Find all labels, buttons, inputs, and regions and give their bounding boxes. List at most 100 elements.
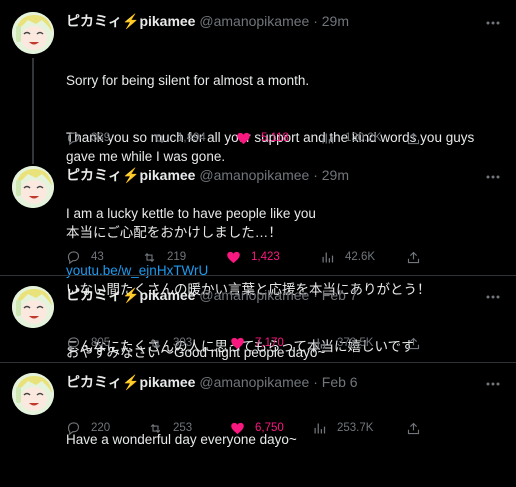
view-count: 130.2K xyxy=(345,132,382,144)
views-icon xyxy=(314,423,326,433)
heart-icon xyxy=(231,337,244,349)
reply-icon xyxy=(67,421,80,435)
lightning-icon: ⚡ xyxy=(122,374,140,390)
action-bar: 805 303 7,170 372.5K xyxy=(66,334,506,352)
heart-icon xyxy=(227,251,240,263)
retweet-count: 253 xyxy=(173,422,193,434)
tweet[interactable]: ピカミィ⚡pikamee @amanopikamee · 29m 本当にご心配を… xyxy=(0,160,516,354)
share-icon xyxy=(407,337,420,349)
share-icon xyxy=(407,422,420,434)
user-handle[interactable]: @amanopikamee xyxy=(199,167,309,183)
more-icon[interactable] xyxy=(484,375,502,393)
tweet-header: ピカミィ⚡pikamee @amanopikamee · Feb 6 xyxy=(66,373,480,391)
separator-dot: · xyxy=(313,374,318,390)
timestamp[interactable]: 29m xyxy=(322,13,349,29)
display-name[interactable]: ピカミィ xyxy=(66,13,122,29)
share-button[interactable] xyxy=(406,334,431,352)
reply-icon xyxy=(67,131,80,145)
tweet[interactable]: ピカミィ⚡pikamee @amanopikamee · Feb 7 おやすみな… xyxy=(0,276,516,362)
retweet-button[interactable]: 1,494 xyxy=(152,129,206,147)
like-count: 6,750 xyxy=(255,422,284,434)
action-bar: 389 1,494 5,118 130.2K xyxy=(66,129,506,147)
like-button[interactable]: 6,750 xyxy=(230,419,284,437)
like-count: 1,423 xyxy=(251,251,280,263)
timestamp[interactable]: Feb 6 xyxy=(322,374,358,390)
views-icon xyxy=(322,133,334,143)
share-button[interactable] xyxy=(406,419,431,437)
avatar[interactable] xyxy=(12,12,54,54)
reply-count: 805 xyxy=(91,337,111,349)
retweet-button[interactable]: 253 xyxy=(148,419,192,437)
reply-count: 389 xyxy=(91,132,111,144)
retweet-count: 1,494 xyxy=(177,132,206,144)
retweet-count: 219 xyxy=(167,251,187,263)
views-icon xyxy=(314,338,326,348)
user-handle[interactable]: @amanopikamee xyxy=(199,287,309,303)
tweet-header: ピカミィ⚡pikamee @amanopikamee · 29m xyxy=(66,12,480,30)
like-button[interactable]: 5,118 xyxy=(236,129,289,147)
like-button[interactable]: 1,423 xyxy=(226,248,280,266)
display-name[interactable]: ピカミィ xyxy=(66,287,122,303)
reply-button[interactable]: 43 xyxy=(66,248,104,266)
more-icon[interactable] xyxy=(484,168,502,186)
user-handle[interactable]: @amanopikamee xyxy=(199,13,309,29)
display-name-suffix[interactable]: pikamee xyxy=(139,167,195,183)
timestamp[interactable]: Feb 7 xyxy=(322,287,358,303)
action-bar: 220 253 6,750 253.7K xyxy=(66,419,506,437)
display-name-suffix[interactable]: pikamee xyxy=(139,13,195,29)
view-count: 372.5K xyxy=(337,337,374,349)
tweet-header: ピカミィ⚡pikamee @amanopikamee · 29m xyxy=(66,166,480,184)
reply-count: 220 xyxy=(91,422,111,434)
retweet-icon xyxy=(150,338,161,348)
avatar[interactable] xyxy=(12,373,54,415)
retweet-icon xyxy=(144,252,155,262)
views-icon xyxy=(322,252,334,262)
avatar[interactable] xyxy=(12,166,54,208)
tweet-line: Sorry for being silent for almost a mont… xyxy=(66,73,310,88)
like-button[interactable]: 7,170 xyxy=(230,334,284,352)
avatar-image xyxy=(12,286,54,328)
tweet[interactable]: ピカミィ⚡pikamee @amanopikamee · Feb 6 Have … xyxy=(0,363,516,447)
heart-icon xyxy=(231,422,244,434)
thread-line xyxy=(32,58,34,164)
display-name[interactable]: ピカミィ xyxy=(66,167,122,183)
separator-dot: · xyxy=(313,287,318,303)
display-name-suffix[interactable]: pikamee xyxy=(139,287,195,303)
reply-button[interactable]: 805 xyxy=(66,334,110,352)
like-count: 5,118 xyxy=(261,132,289,144)
views-button[interactable]: 253.7K xyxy=(312,419,373,437)
heart-icon xyxy=(237,132,250,144)
retweet-icon xyxy=(154,133,165,143)
tweet[interactable]: ピカミィ⚡pikamee @amanopikamee · 29m Sorry f… xyxy=(0,0,516,278)
reply-icon xyxy=(67,336,80,350)
action-bar: 43 219 1,423 42.6K xyxy=(66,248,506,266)
display-name-suffix[interactable]: pikamee xyxy=(139,374,195,390)
display-name[interactable]: ピカミィ xyxy=(66,374,122,390)
views-button[interactable]: 372.5K xyxy=(312,334,373,352)
reply-button[interactable]: 220 xyxy=(66,419,110,437)
separator-dot: · xyxy=(313,167,318,183)
view-count: 253.7K xyxy=(337,422,374,434)
like-count: 7,170 xyxy=(255,337,284,349)
more-icon[interactable] xyxy=(484,14,502,32)
share-button[interactable] xyxy=(406,129,431,147)
share-button[interactable] xyxy=(406,248,431,266)
retweet-button[interactable]: 219 xyxy=(142,248,186,266)
user-handle[interactable]: @amanopikamee xyxy=(199,374,309,390)
avatar-image xyxy=(12,12,54,54)
timestamp[interactable]: 29m xyxy=(322,167,349,183)
retweet-button[interactable]: 303 xyxy=(148,334,192,352)
view-count: 42.6K xyxy=(345,251,376,263)
views-button[interactable]: 130.2K xyxy=(320,129,381,147)
lightning-icon: ⚡ xyxy=(122,287,140,303)
share-icon xyxy=(407,251,420,263)
views-button[interactable]: 42.6K xyxy=(320,248,375,266)
tweet-line: 本当にご心配をおかけしました…！ xyxy=(66,225,282,240)
avatar-image xyxy=(12,166,54,208)
reply-button[interactable]: 389 xyxy=(66,129,110,147)
tweet-text: Have a wonderful day everyone dayo~ xyxy=(66,392,496,487)
more-icon[interactable] xyxy=(484,288,502,306)
share-icon xyxy=(407,132,420,144)
retweet-icon xyxy=(150,423,161,433)
avatar[interactable] xyxy=(12,286,54,328)
